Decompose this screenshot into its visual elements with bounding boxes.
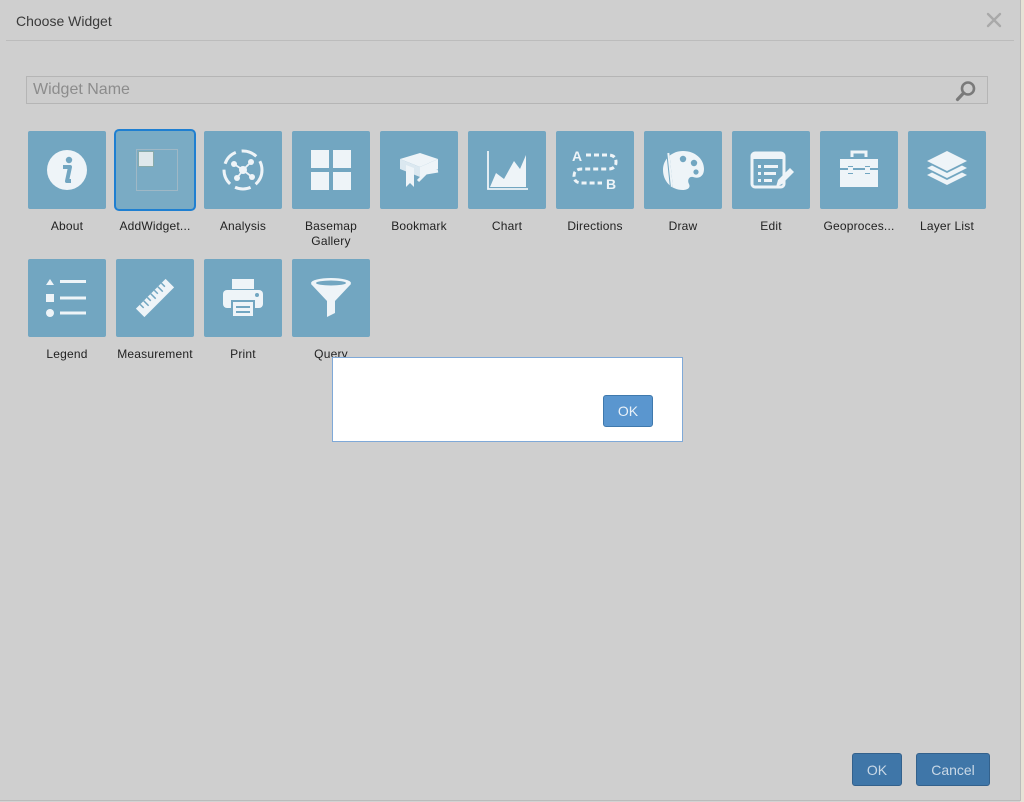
widget-label: Draw bbox=[668, 219, 698, 233]
area-chart-icon bbox=[487, 151, 528, 190]
search-icon[interactable] bbox=[955, 80, 977, 102]
widget-label: AddWidget... bbox=[119, 219, 191, 233]
info-icon bbox=[47, 150, 87, 190]
grid-icon bbox=[311, 150, 351, 190]
widget-label: Directions bbox=[567, 219, 623, 233]
directions-icon: A B bbox=[572, 148, 618, 192]
widget-label: Measurement bbox=[117, 347, 193, 361]
widget-tile-legend[interactable]: Legend bbox=[28, 259, 116, 379]
widget-label: About bbox=[50, 219, 84, 233]
widget-label: Bookmark bbox=[391, 219, 447, 233]
widget-label: Geoproces... bbox=[823, 219, 895, 233]
analysis-icon bbox=[222, 149, 264, 191]
ruler-icon bbox=[135, 278, 175, 318]
widget-tile-measurement[interactable]: Measurement bbox=[116, 259, 204, 379]
widget-tile-about[interactable]: About bbox=[28, 131, 116, 251]
widget-tile-chart[interactable]: Chart bbox=[468, 131, 556, 251]
widget-search-box bbox=[26, 76, 988, 104]
svg-text:B: B bbox=[606, 176, 616, 192]
widget-tile-bookmark[interactable]: Bookmark bbox=[380, 131, 468, 251]
widget-tile-draw[interactable]: Draw bbox=[644, 131, 732, 251]
close-icon[interactable] bbox=[984, 10, 1004, 30]
choose-widget-dialog: Choose Widget About bbox=[0, 0, 1021, 801]
layers-icon bbox=[927, 151, 967, 185]
widget-label: Print bbox=[230, 347, 256, 361]
edit-icon bbox=[750, 151, 794, 189]
widget-name-search-input[interactable] bbox=[27, 77, 959, 103]
cancel-button[interactable]: Cancel bbox=[916, 753, 990, 786]
widget-tile-print[interactable]: Print bbox=[204, 259, 292, 379]
widget-tile-analysis[interactable]: Analysis bbox=[204, 131, 292, 251]
toolbox-icon bbox=[840, 150, 878, 187]
palette-icon bbox=[663, 151, 704, 190]
legend-list-icon bbox=[46, 279, 86, 317]
message-popup: OK bbox=[332, 357, 683, 442]
printer-icon bbox=[223, 279, 263, 318]
widget-label: Basemap Gallery bbox=[304, 219, 358, 248]
widget-tile-edit[interactable]: Edit bbox=[732, 131, 820, 251]
widget-tile-layer-list[interactable]: Layer List bbox=[908, 131, 996, 251]
widget-label: Chart bbox=[491, 219, 523, 233]
widget-tile-geoprocessing[interactable]: Geoproces... bbox=[820, 131, 908, 251]
ok-button[interactable]: OK bbox=[852, 753, 902, 786]
widget-tile-basemap-gallery[interactable]: Basemap Gallery bbox=[292, 131, 380, 251]
bookmark-book-icon bbox=[400, 153, 439, 187]
funnel-icon bbox=[311, 278, 351, 317]
dialog-title: Choose Widget bbox=[16, 13, 112, 29]
widget-label: Layer List bbox=[919, 219, 975, 233]
widget-tile-directions[interactable]: A B Directions bbox=[556, 131, 644, 251]
widget-tile-addwidget[interactable]: AddWidget... bbox=[116, 131, 204, 251]
popup-ok-button[interactable]: OK bbox=[603, 395, 653, 427]
widget-label: Legend bbox=[46, 347, 88, 361]
widget-label: Edit bbox=[760, 219, 782, 233]
broken-image-glyph bbox=[138, 151, 154, 167]
widget-label: Analysis bbox=[219, 219, 267, 233]
svg-text:A: A bbox=[572, 148, 582, 164]
title-divider bbox=[6, 40, 1014, 41]
